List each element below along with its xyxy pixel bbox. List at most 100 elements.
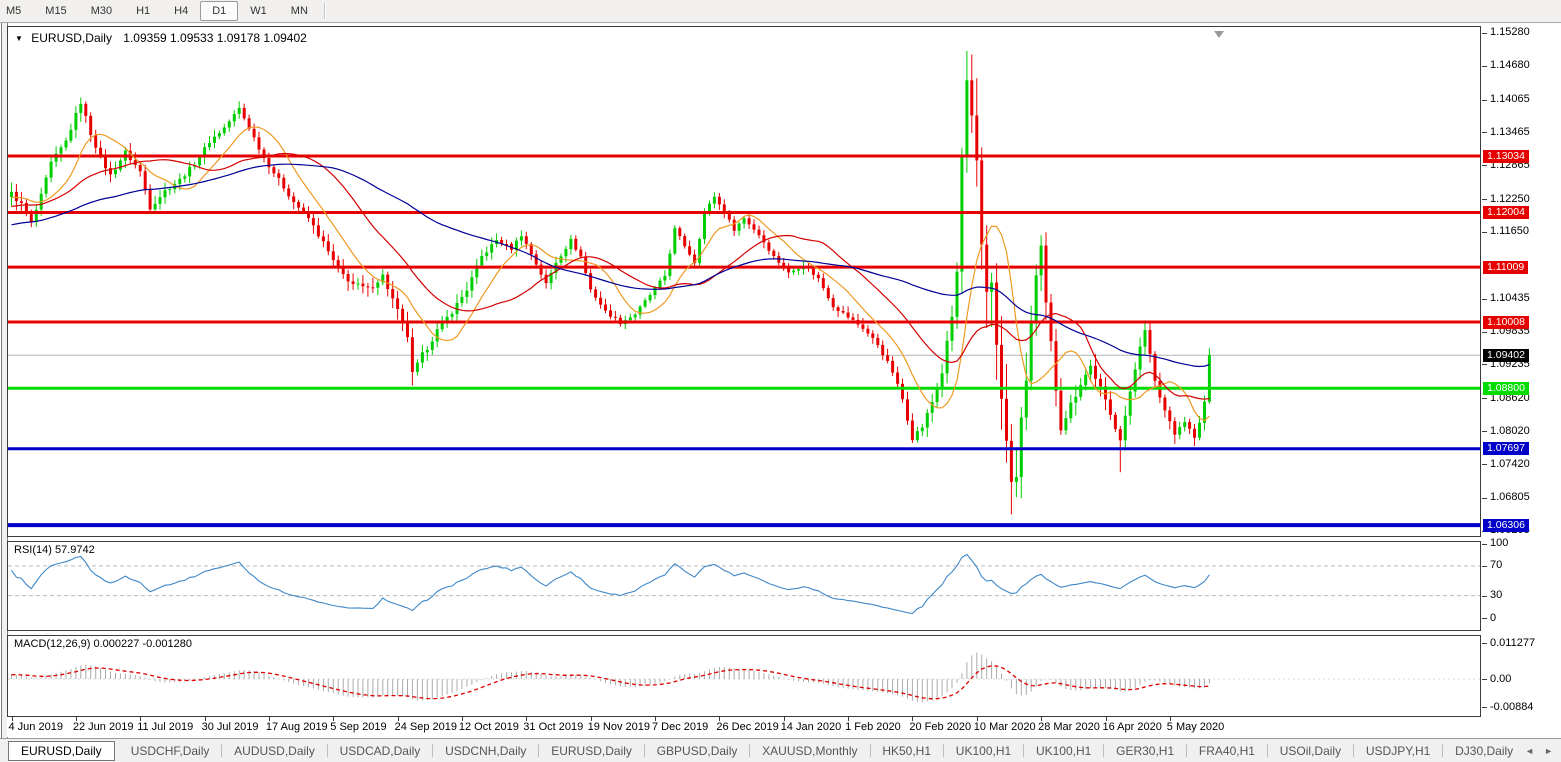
chart-symbol-label: EURUSD,Daily [31, 31, 112, 45]
date-tick-label: 5 Sep 2019 [330, 721, 386, 733]
axis-tick-mark [1482, 165, 1487, 166]
date-tick-label: 20 Feb 2020 [909, 721, 971, 733]
date-tick-label: 16 Apr 2020 [1103, 721, 1162, 733]
axis-tick-mark [1482, 100, 1487, 101]
axis-tick-mark [1482, 643, 1487, 644]
date-tick-label: 30 Jul 2019 [202, 721, 259, 733]
rsi-label: RSI(14) 57.9742 [14, 544, 95, 556]
chart-shift-marker-icon [1214, 31, 1224, 38]
chart-tab-usdchf-daily[interactable]: USDCHF,Daily [119, 741, 222, 761]
timeframe-button-w1[interactable]: W1 [238, 1, 279, 21]
timeframe-button-h4[interactable]: H4 [162, 1, 200, 21]
macd-plot[interactable]: MACD(12,26,9) 0.000227 -0.001280 [7, 635, 1481, 717]
chart-tab-uk100-h1[interactable]: UK100,H1 [1024, 741, 1103, 761]
tab-scroll-left-icon[interactable]: ◄ [1525, 746, 1534, 756]
price-axis[interactable]: 1.152801.146801.140651.134651.128651.122… [1481, 23, 1561, 738]
axis-tick-mark [1482, 431, 1487, 432]
mt4-window: M5M15M30H1H4D1W1MN ▼ EURUSD,Daily 1.0935… [0, 0, 1561, 762]
axis-tick-mark [1482, 544, 1487, 545]
timeframe-button-m15[interactable]: M15 [33, 1, 78, 21]
chart-tab-usoil-daily[interactable]: USOil,Daily [1268, 741, 1353, 761]
axis-tick-mark [1482, 596, 1487, 597]
dropdown-triangle-icon[interactable]: ▼ [15, 34, 23, 43]
chart-window: ▼ EURUSD,Daily 1.09359 1.09533 1.09178 1… [0, 23, 1561, 738]
axis-tick-mark [1482, 332, 1487, 333]
timeframe-toolbar: M5M15M30H1H4D1W1MN [0, 0, 1561, 23]
chart-tab-hk50-h1[interactable]: HK50,H1 [870, 741, 943, 761]
date-tick-label: 1 Feb 2020 [845, 721, 901, 733]
macd-tick-label: 0.011277 [1490, 637, 1535, 650]
toolbar-separator [324, 3, 326, 19]
date-tick-label: 22 Jun 2019 [73, 721, 134, 733]
axis-tick-mark [1482, 199, 1487, 200]
plot-stack: ▼ EURUSD,Daily 1.09359 1.09533 1.09178 1… [7, 23, 1481, 738]
price-tick-label: 1.11650 [1490, 225, 1529, 238]
level-price-label: 1.12004 [1483, 206, 1529, 219]
chart-tab-usdcad-daily[interactable]: USDCAD,Daily [328, 741, 433, 761]
level-price-label: 1.13034 [1483, 150, 1529, 163]
level-price-label: 1.11009 [1483, 261, 1528, 274]
axis-tick-mark [1482, 618, 1487, 619]
timeframe-button-d1[interactable]: D1 [200, 1, 238, 21]
timeframe-button-m30[interactable]: M30 [79, 1, 124, 21]
level-price-label: 1.08800 [1483, 382, 1529, 395]
price-tick-label: 1.14680 [1490, 59, 1530, 72]
current-price-label: 1.09402 [1483, 349, 1529, 362]
macd-tick-label: 0.00 [1490, 673, 1511, 686]
axis-tick-mark [1482, 66, 1487, 67]
chart-tab-eurusd-daily[interactable]: EURUSD,Daily [539, 741, 644, 761]
chart-ohlc-values: 1.09359 1.09533 1.09178 1.09402 [123, 31, 307, 45]
chart-tab-usdjpy-h1[interactable]: USDJPY,H1 [1354, 741, 1442, 761]
timeframe-button-m5[interactable]: M5 [0, 1, 33, 21]
chart-title: ▼ EURUSD,Daily 1.09359 1.09533 1.09178 1… [15, 31, 307, 45]
chart-tab-ger30-h1[interactable]: GER30,H1 [1104, 741, 1186, 761]
chart-tab-gbpusd-daily[interactable]: GBPUSD,Daily [645, 741, 750, 761]
chart-tab-uk100-h1[interactable]: UK100,H1 [944, 741, 1023, 761]
chart-tab-dj30-daily[interactable]: DJ30,Daily [1443, 741, 1525, 761]
price-tick-label: 1.07420 [1490, 458, 1530, 471]
chart-tab-eurusd-daily[interactable]: EURUSD,Daily [8, 741, 115, 761]
axis-tick-mark [1482, 299, 1487, 300]
chart-tab-usdcnh-daily[interactable]: USDCNH,Daily [433, 741, 538, 761]
chart-tab-fra40-h1[interactable]: FRA40,H1 [1187, 741, 1267, 761]
macd-label: MACD(12,26,9) 0.000227 -0.001280 [14, 638, 192, 650]
price-tick-label: 1.15280 [1490, 26, 1530, 39]
date-tick-label: 17 Aug 2019 [266, 721, 328, 733]
rsi-tick-label: 100 [1490, 537, 1508, 550]
chart-tab-xauusd-monthly[interactable]: XAUUSD,Monthly [750, 741, 869, 761]
date-tick-label: 26 Dec 2019 [716, 721, 778, 733]
date-tick-label: 19 Nov 2019 [588, 721, 650, 733]
axis-tick-mark [1482, 364, 1487, 365]
date-tick-label: 7 Dec 2019 [652, 721, 708, 733]
date-tick-label: 11 Jul 2019 [137, 721, 193, 733]
rsi-tick-label: 30 [1490, 589, 1502, 602]
date-tick-label: 5 May 2020 [1167, 721, 1224, 733]
chart-tabbar: EURUSD,DailyUSDCHF,DailyAUDUSD,DailyUSDC… [0, 738, 1561, 762]
chart-tab-audusd-daily[interactable]: AUDUSD,Daily [222, 741, 327, 761]
axis-tick-mark [1482, 566, 1487, 567]
price-tick-label: 1.10435 [1490, 292, 1530, 305]
main-chart-plot[interactable]: ▼ EURUSD,Daily 1.09359 1.09533 1.09178 1… [7, 26, 1481, 537]
timeframe-button-mn[interactable]: MN [279, 1, 320, 21]
axis-tick-mark [1482, 232, 1487, 233]
date-tick-label: 14 Jan 2020 [781, 721, 842, 733]
date-tick-label: 31 Oct 2019 [523, 721, 583, 733]
date-axis[interactable]: 4 Jun 2019 22 Jun 201911 Jul 2019 30 Jul 2… [7, 717, 1481, 737]
timeframe-button-h1[interactable]: H1 [124, 1, 162, 21]
price-tick-label: 1.13465 [1490, 126, 1530, 139]
axis-tick-mark [1482, 132, 1487, 133]
date-tick-label: 24 Sep 2019 [395, 721, 457, 733]
axis-tick-mark [1482, 398, 1487, 399]
date-tick-label: 28 Mar 2020 [1038, 721, 1100, 733]
axis-tick-mark [1482, 679, 1487, 680]
axis-tick-mark [1482, 707, 1487, 708]
tabbar-scroll-arrows: ◄► [1525, 746, 1553, 756]
rsi-tick-label: 0 [1490, 612, 1496, 625]
axis-tick-mark [1482, 464, 1487, 465]
date-tick-label: 12 Oct 2019 [459, 721, 519, 733]
date-tick-label: 10 Mar 2020 [974, 721, 1036, 733]
rsi-plot[interactable]: RSI(14) 57.9742 [7, 541, 1481, 631]
date-tick-label: 4 Jun 2019 [9, 721, 63, 733]
tab-scroll-right-icon[interactable]: ► [1544, 746, 1553, 756]
axis-tick-mark [1482, 33, 1487, 34]
